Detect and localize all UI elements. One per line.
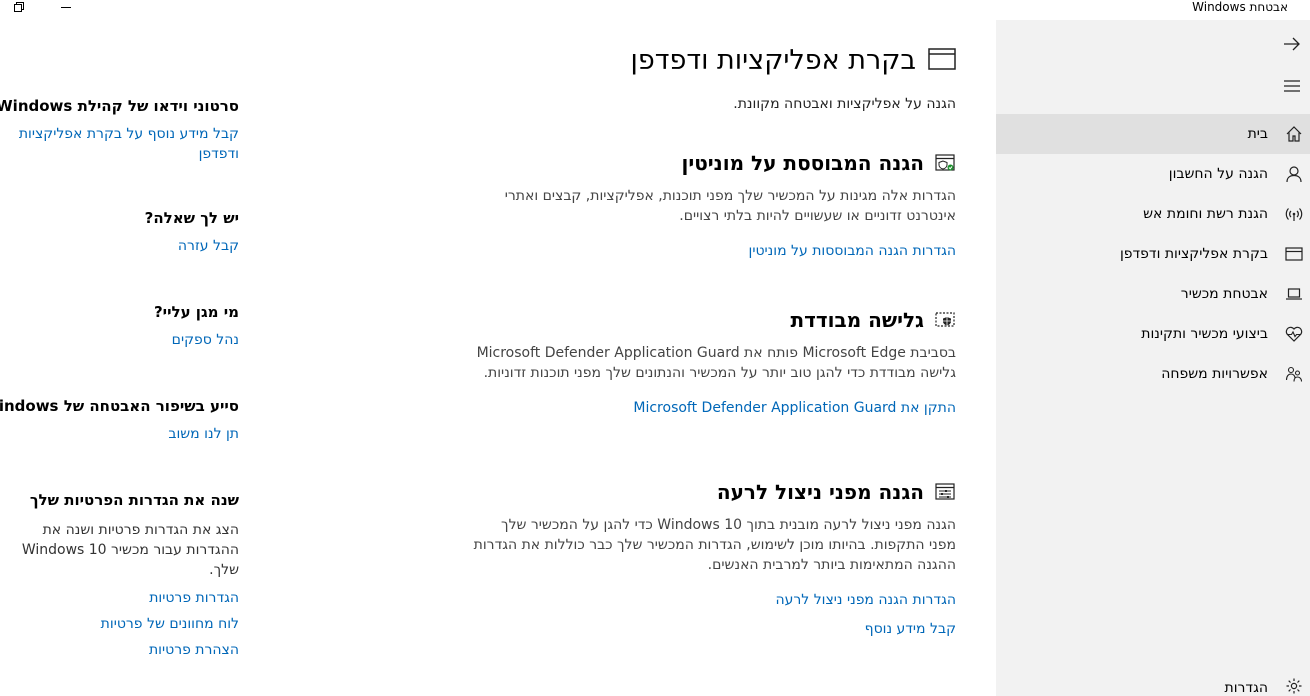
providers-block: מי מגן עליי? נהל ספקים (0, 302, 239, 350)
nav-item-label: הגדרות (1224, 680, 1268, 696)
nav-item-device-security[interactable]: אבטחת מכשיר (996, 274, 1310, 314)
feedback-block: סייע בשיפור האבטחה של Windows תן לנו משו… (0, 396, 239, 444)
page-subtitle: הגנה על אפליקציות ואבטחה מקוונת. (733, 96, 956, 112)
nav-item-firewall[interactable]: הגנת רשת וחומת אש (996, 194, 1310, 234)
wireless-icon (1284, 204, 1304, 224)
nav-item-label: אבטחת מכשיר (1180, 286, 1268, 302)
nav-item-label: בקרת אפליקציות ודפדפן (1119, 246, 1268, 262)
app-browser-icon (1284, 244, 1304, 264)
hamburger-menu-icon[interactable] (1278, 72, 1306, 100)
learn-more-link[interactable]: קבל מידע נוסף (456, 619, 956, 639)
isolated-browsing-section: גלישה מבודדת בסביבת Microsoft Edge פותח … (456, 305, 956, 418)
navigation-pane: בית הגנה על החשבון הגנת רשת וחומת אש בקר… (996, 20, 1310, 696)
exploit-protection-icon (934, 481, 956, 503)
page-header: בקרת אפליקציות ודפדפן (631, 42, 956, 80)
exploit-protection-section: הגנה מפני ניצול לרעה הגנה מפני ניצול לרע… (456, 477, 956, 639)
community-videos-block: סרטוני וידאו של קהילת Windows קבל מידע נ… (0, 96, 239, 164)
manage-providers-link[interactable]: נהל ספקים (0, 330, 239, 350)
nav-item-label: בית (1247, 126, 1268, 142)
privacy-description: הצג את הגדרות פרטיות ושנה את ההגדרות עבו… (21, 522, 239, 578)
restore-icon[interactable] (9, 0, 29, 14)
nav-item-app-browser-control[interactable]: בקרת אפליקציות ודפדפן (996, 234, 1310, 274)
nav-item-device-performance[interactable]: ביצועי מכשיר ותקינות (996, 314, 1310, 354)
side-heading: מי מגן עליי? (153, 303, 239, 321)
minimize-icon[interactable] (56, 0, 76, 14)
nav-item-label: ביצועי מכשיר ותקינות (1141, 326, 1268, 342)
nav-item-label: אפשרויות משפחה (1161, 366, 1268, 382)
isolated-browsing-icon (934, 309, 956, 331)
heart-pulse-icon (1284, 324, 1304, 344)
give-feedback-link[interactable]: תן לנו משוב (0, 424, 239, 444)
community-videos-link[interactable]: קבל מידע נוסף על בקרת אפליקציות ודפדפן (0, 124, 239, 164)
nav-item-label: הגנה על החשבון (1168, 166, 1268, 182)
nav-item-home[interactable]: בית (996, 114, 1310, 154)
section-title: גלישה מבודדת (790, 308, 924, 332)
reputation-shield-icon (934, 152, 956, 174)
page-title: בקרת אפליקציות ודפדפן (630, 45, 916, 76)
nav-item-account-protection[interactable]: הגנה על החשבון (996, 154, 1310, 194)
family-icon (1284, 364, 1304, 384)
section-title: הגנה מפני ניצול לרעה (716, 480, 924, 504)
help-block: יש לך שאלה? קבל עזרה (0, 208, 239, 256)
privacy-dashboard-link[interactable]: לוח מחוונים של פרטיות (0, 614, 239, 634)
side-heading: יש לך שאלה? (144, 209, 239, 227)
section-title: הגנה המבוססת על מוניטין (681, 151, 924, 175)
side-heading: סייע בשיפור האבטחה של Windows (0, 397, 239, 415)
section-description: הגנה מפני ניצול לרעה מובנית בתוך Windows… (473, 517, 956, 573)
title-bar: אבטחת Windows (0, 0, 1310, 20)
nav-item-label: הגנת רשת וחומת אש (1143, 206, 1268, 222)
privacy-settings-link[interactable]: הגדרות פרטיות (0, 588, 239, 608)
privacy-statement-link[interactable]: הצהרת פרטיות (0, 640, 239, 660)
privacy-block: שנה את הגדרות הפרטיות שלך הצג את הגדרות … (0, 490, 239, 660)
window-title: אבטחת Windows (1192, 0, 1288, 14)
get-help-link[interactable]: קבל עזרה (0, 236, 239, 256)
side-heading: שנה את הגדרות הפרטיות שלך (29, 491, 239, 509)
section-description: בסביבת Microsoft Edge פותח את Microsoft … (476, 345, 956, 381)
reputation-settings-link[interactable]: הגדרות הגנה המבוססות על מוניטין (456, 241, 957, 261)
laptop-icon (1284, 284, 1304, 304)
gear-icon (1284, 676, 1304, 696)
nav-item-settings[interactable]: הגדרות (996, 656, 1310, 696)
person-icon (1284, 164, 1304, 184)
app-browser-icon (916, 47, 956, 75)
reputation-protection-section: הגנה המבוססת על מוניטין הגדרות אלה מגינו… (456, 148, 956, 261)
side-heading: סרטוני וידאו של קהילת Windows (0, 97, 239, 115)
section-description: הגדרות אלה מגינות על המכשיר שלך מפני תוכ… (504, 188, 956, 224)
exploit-protection-settings-link[interactable]: הגדרות הגנה מפני ניצול לרעה (456, 590, 956, 610)
back-arrow-icon[interactable] (1278, 30, 1306, 58)
nav-item-family-options[interactable]: אפשרויות משפחה (996, 354, 1310, 394)
home-icon (1284, 124, 1304, 144)
install-application-guard-link[interactable]: התקן את Microsoft Defender Application G… (456, 398, 956, 418)
